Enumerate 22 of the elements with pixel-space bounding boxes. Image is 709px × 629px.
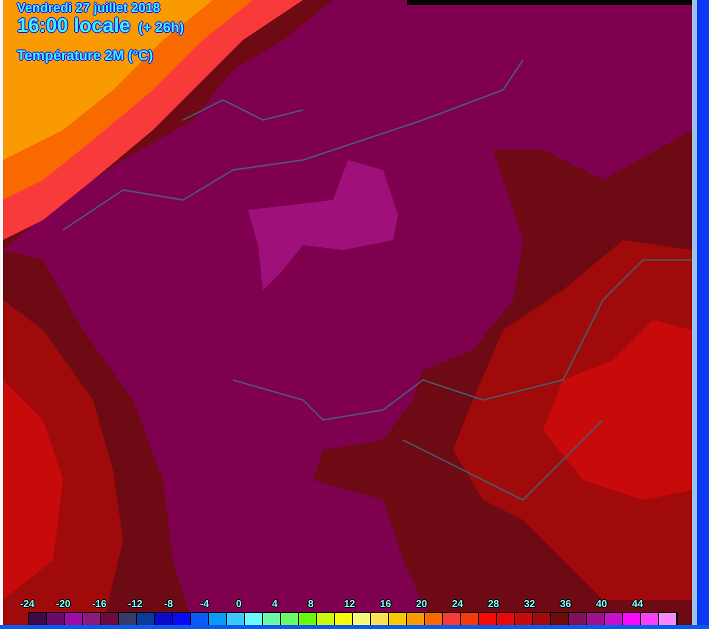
legend-tick-label: 4	[272, 598, 279, 612]
forecast-time: 16:00 locale	[17, 15, 130, 37]
legend-tick-label: 44	[632, 598, 644, 612]
legend-tick-label: 16	[380, 598, 392, 612]
legend-tick-label: 8	[308, 598, 315, 612]
legend-tick-label: 12	[344, 598, 356, 612]
legend-tick-label: 28	[488, 598, 500, 612]
forecast-date: Vendredi 27 juillet 2018	[17, 1, 160, 14]
legend-tick-label: -16	[92, 598, 108, 612]
legend-tick-label: -8	[164, 598, 174, 612]
legend-tick-label: 0	[236, 598, 243, 612]
lead-time: (+ 26h)	[138, 19, 184, 35]
legend-tick-label: -20	[56, 598, 72, 612]
legend-tick-label: -24	[20, 598, 36, 612]
legend-tick-label: -12	[128, 598, 144, 612]
legend-tick-label: -4	[200, 598, 210, 612]
legend-tick-label: 20	[416, 598, 428, 612]
legend-tick-label: 36	[560, 598, 572, 612]
legend-tick-label: 40	[596, 598, 608, 612]
legend-tick-label: 32	[524, 598, 536, 612]
variable-label: Température 2M (°C)	[17, 48, 154, 62]
legend-tick-label: 24	[452, 598, 464, 612]
